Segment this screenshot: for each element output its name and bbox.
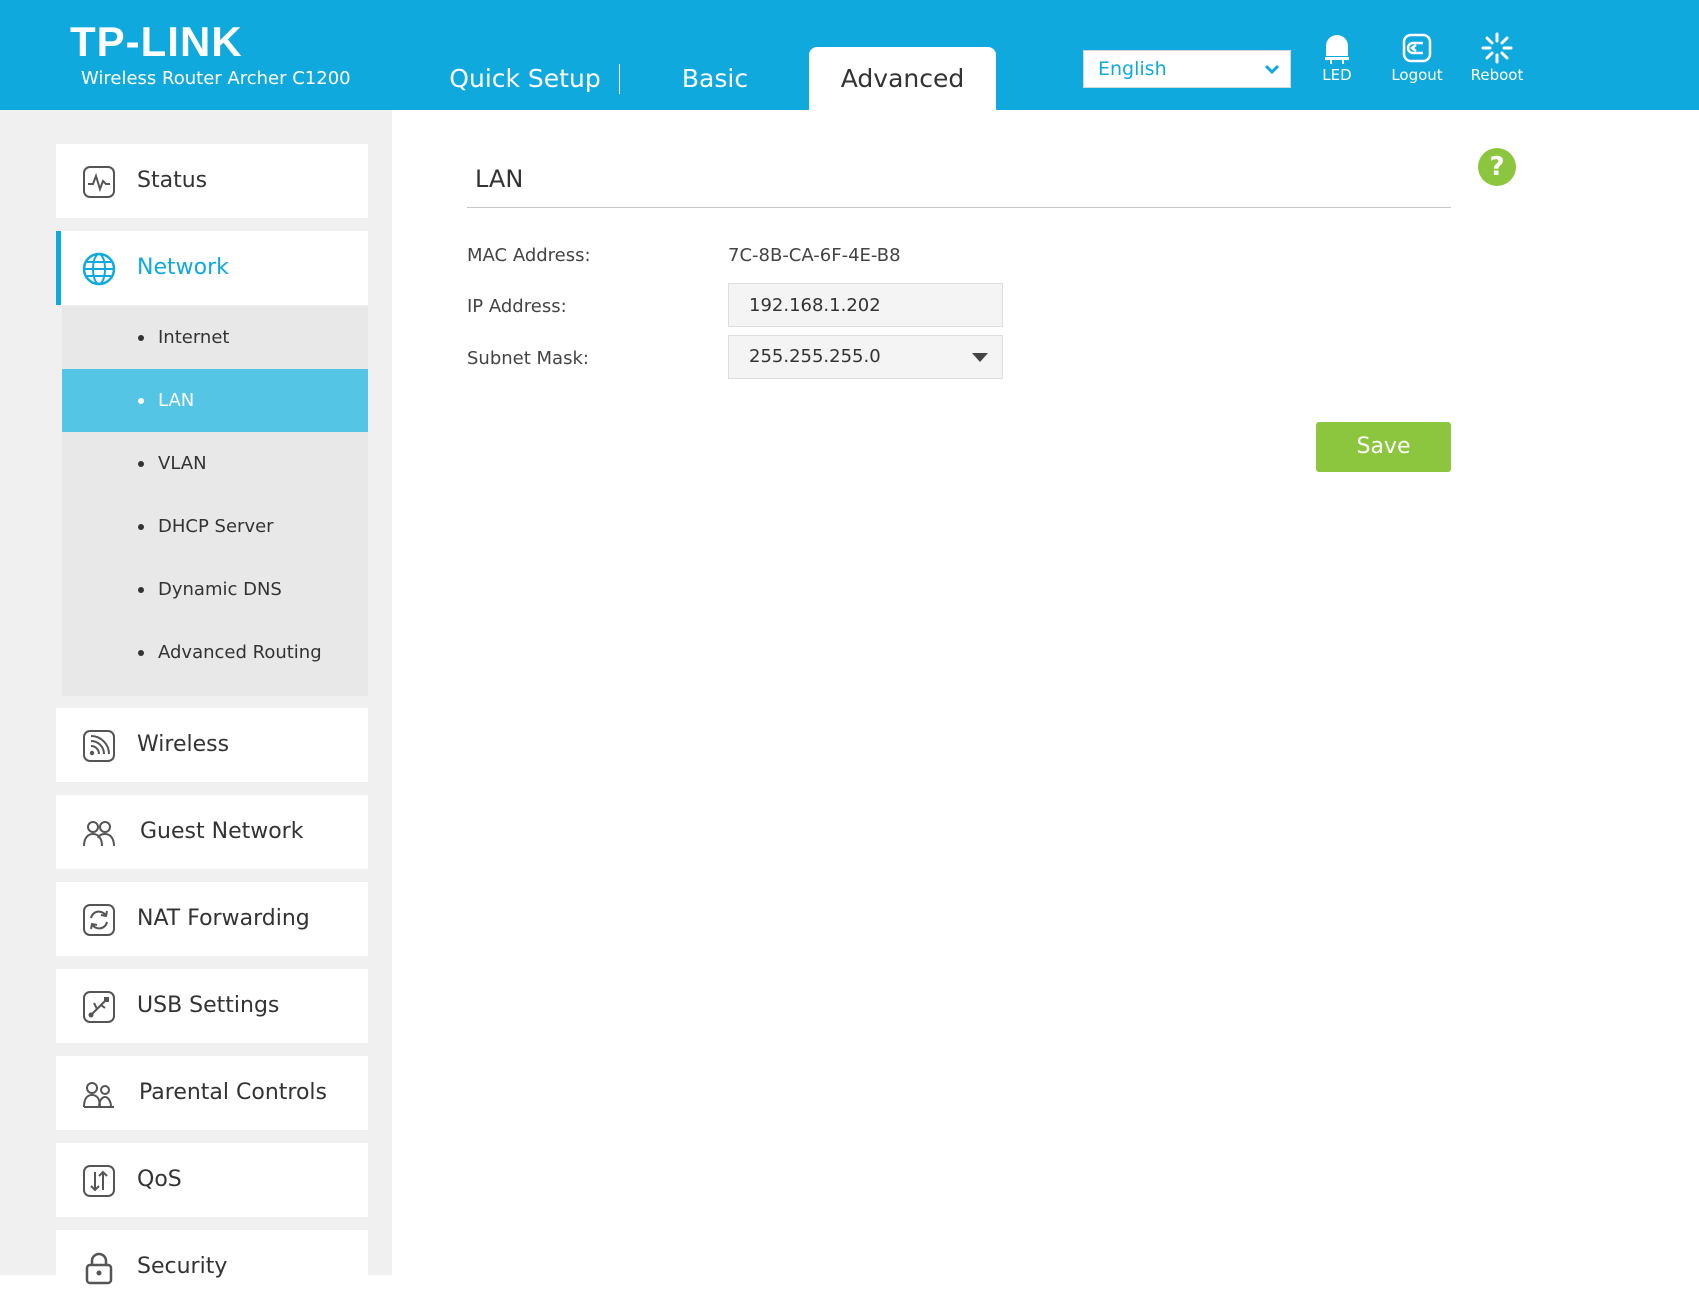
reboot-icon	[1481, 32, 1513, 64]
sidebar: Status Network Internet LAN VLAN DHCP Se…	[0, 110, 392, 1304]
bullet	[138, 398, 144, 404]
language-select[interactable]: English	[1083, 50, 1291, 88]
ip-address-input[interactable]	[729, 284, 1002, 326]
sidebar-item-label: Parental Controls	[139, 1080, 327, 1105]
sidebar-item-label: Guest Network	[140, 819, 304, 844]
sidebar-item-security[interactable]: Security	[56, 1230, 368, 1304]
submenu-item-lan[interactable]: LAN	[62, 369, 368, 432]
subnet-mask-label: Subnet Mask:	[467, 348, 589, 369]
submenu-item-vlan[interactable]: VLAN	[62, 432, 368, 495]
bullet	[138, 650, 144, 656]
logout-button[interactable]: Logout	[1377, 32, 1457, 84]
sidebar-item-qos[interactable]: QoS	[56, 1143, 368, 1217]
tab-advanced[interactable]: Advanced	[809, 47, 996, 110]
sidebar-item-label: USB Settings	[137, 993, 280, 1018]
globe-icon	[82, 252, 116, 286]
submenu-item-label: Dynamic DNS	[158, 579, 282, 600]
logout-icon	[1402, 33, 1432, 63]
subnet-mask-value: 255.255.255.0	[749, 346, 881, 367]
submenu-item-advanced-routing[interactable]: Advanced Routing	[62, 621, 368, 684]
sidebar-item-label: Wireless	[137, 732, 230, 757]
sidebar-item-label: QoS	[137, 1167, 182, 1192]
top-header: TP-LINK Wireless Router Archer C1200 Qui…	[0, 0, 1699, 110]
sidebar-item-guest-network[interactable]: Guest Network	[56, 795, 368, 869]
lock-icon	[85, 1252, 113, 1285]
network-submenu: Internet LAN VLAN DHCP Server Dynamic DN…	[62, 306, 368, 696]
page-title: LAN	[475, 165, 524, 193]
title-divider	[467, 207, 1451, 208]
help-button[interactable]: ?	[1478, 148, 1516, 186]
mac-address-label: MAC Address:	[467, 245, 591, 266]
sidebar-item-label: Security	[137, 1254, 228, 1279]
submenu-item-label: Internet	[158, 327, 230, 348]
bullet	[138, 524, 144, 530]
tab-divider	[619, 64, 620, 94]
subnet-mask-select[interactable]: 255.255.255.0	[728, 335, 1003, 379]
sidebar-item-label: Status	[137, 168, 208, 193]
sidebar-item-network[interactable]: Network	[56, 231, 368, 305]
tab-quick-setup[interactable]: Quick Setup	[440, 47, 610, 110]
submenu-item-label: VLAN	[158, 453, 207, 474]
reboot-button[interactable]: Reboot	[1457, 32, 1537, 84]
parental-controls-icon	[83, 1082, 114, 1108]
led-label: LED	[1322, 66, 1352, 84]
chevron-down-icon	[1264, 64, 1280, 75]
submenu-item-dhcp-server[interactable]: DHCP Server	[62, 495, 368, 558]
tp-link-logo: TP-LINK	[70, 18, 243, 65]
bullet	[138, 587, 144, 593]
tab-basic[interactable]: Basic	[640, 47, 790, 110]
sidebar-item-usb-settings[interactable]: USB Settings	[56, 969, 368, 1043]
sidebar-item-status[interactable]: Status	[56, 144, 368, 218]
sidebar-item-parental-controls[interactable]: Parental Controls	[56, 1056, 368, 1130]
caret-down-icon	[972, 353, 988, 362]
submenu-item-dynamic-dns[interactable]: Dynamic DNS	[62, 558, 368, 621]
sidebar-item-label: NAT Forwarding	[137, 906, 310, 931]
usb-icon	[83, 991, 115, 1023]
sidebar-item-wireless[interactable]: Wireless	[56, 708, 368, 782]
mac-address-value: 7C-8B-CA-6F-4E-B8	[728, 245, 901, 266]
router-model: Wireless Router Archer C1200	[81, 68, 351, 89]
language-value: English	[1098, 58, 1167, 80]
bullet	[138, 461, 144, 467]
bullet	[138, 335, 144, 341]
led-button[interactable]: LED	[1297, 32, 1377, 84]
main-content	[392, 110, 1699, 1275]
qos-icon	[83, 1165, 115, 1197]
submenu-item-label: LAN	[158, 390, 195, 411]
submenu-item-label: DHCP Server	[158, 516, 274, 537]
status-icon	[83, 166, 115, 198]
reboot-label: Reboot	[1470, 66, 1524, 84]
sidebar-item-label: Network	[137, 255, 229, 280]
sidebar-item-nat-forwarding[interactable]: NAT Forwarding	[56, 882, 368, 956]
submenu-item-label: Advanced Routing	[158, 642, 322, 663]
submenu-item-internet[interactable]: Internet	[62, 306, 368, 369]
wireless-icon	[83, 730, 115, 762]
ip-address-field[interactable]	[728, 283, 1003, 327]
save-button[interactable]: Save	[1316, 422, 1451, 472]
guest-network-icon	[83, 821, 115, 847]
led-icon	[1325, 35, 1349, 64]
ip-address-label: IP Address:	[467, 296, 567, 317]
nat-forwarding-icon	[83, 904, 115, 936]
logout-label: Logout	[1391, 66, 1443, 84]
